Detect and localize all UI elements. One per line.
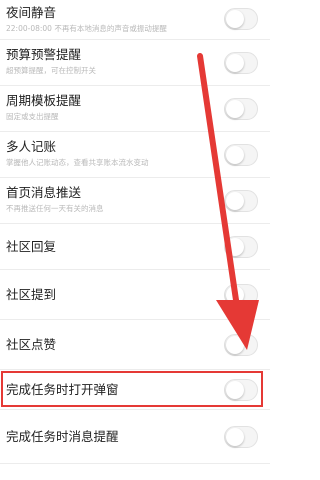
community-mention-toggle[interactable] — [224, 284, 258, 306]
setting-row-budget-alert: 预算预警提醒 超预算提醒，可在控制开关 — [0, 40, 270, 86]
setting-subtitle: 掌握他人记账动态，查看共享账本流水变动 — [6, 158, 149, 167]
toggle-knob — [226, 54, 244, 72]
community-like-toggle[interactable] — [224, 334, 258, 356]
toggle-knob — [226, 238, 244, 256]
toggle-knob — [226, 286, 244, 304]
setting-row-task-popup: 完成任务时打开弹窗 — [0, 370, 270, 410]
setting-title: 首页消息推送 — [6, 185, 82, 200]
task-popup-toggle[interactable] — [224, 379, 258, 401]
setting-subtitle: 固定或支出提醒 — [6, 112, 59, 121]
setting-title: 预算预警提醒 — [6, 47, 82, 62]
setting-title: 夜间静音 — [6, 5, 57, 20]
setting-row-community-like: 社区点赞 — [0, 320, 270, 370]
setting-title: 完成任务时打开弹窗 — [6, 382, 119, 397]
night-mute-toggle[interactable] — [224, 8, 258, 30]
setting-title: 社区回复 — [6, 239, 57, 254]
setting-row-task-message: 完成任务时消息提醒 — [0, 410, 270, 464]
setting-subtitle: 不再推送任何一天有关的消息 — [6, 204, 104, 213]
settings-list: 夜间静音 22:00-08:00 不再有本地消息的声音或振动提醒 预算预警提醒 … — [0, 0, 270, 480]
setting-title: 完成任务时消息提醒 — [6, 429, 119, 444]
toggle-knob — [226, 336, 244, 354]
toggle-knob — [226, 100, 244, 118]
home-push-toggle[interactable] — [224, 190, 258, 212]
toggle-knob — [226, 192, 244, 210]
toggle-knob — [226, 381, 244, 399]
setting-title: 多人记账 — [6, 139, 57, 154]
template-reminder-toggle[interactable] — [224, 98, 258, 120]
toggle-knob — [226, 428, 244, 446]
setting-row-home-push: 首页消息推送 不再推送任何一天有关的消息 — [0, 178, 270, 224]
setting-subtitle: 超预算提醒，可在控制开关 — [6, 66, 96, 75]
community-reply-toggle[interactable] — [224, 236, 258, 258]
setting-title: 社区点赞 — [6, 337, 57, 352]
setting-row-template-reminder: 周期模板提醒 固定或支出提醒 — [0, 86, 270, 132]
toggle-knob — [226, 146, 244, 164]
setting-row-community-reply: 社区回复 — [0, 224, 270, 270]
setting-title: 社区提到 — [6, 287, 57, 302]
setting-title: 周期模板提醒 — [6, 93, 82, 108]
toggle-knob — [226, 10, 244, 28]
setting-row-multi-user: 多人记账 掌握他人记账动态，查看共享账本流水变动 — [0, 132, 270, 178]
task-message-toggle[interactable] — [224, 426, 258, 448]
setting-subtitle: 22:00-08:00 不再有本地消息的声音或振动提醒 — [6, 24, 167, 33]
budget-alert-toggle[interactable] — [224, 52, 258, 74]
multi-user-toggle[interactable] — [224, 144, 258, 166]
setting-row-night-mute: 夜间静音 22:00-08:00 不再有本地消息的声音或振动提醒 — [0, 0, 270, 40]
setting-row-community-mention: 社区提到 — [0, 270, 270, 320]
